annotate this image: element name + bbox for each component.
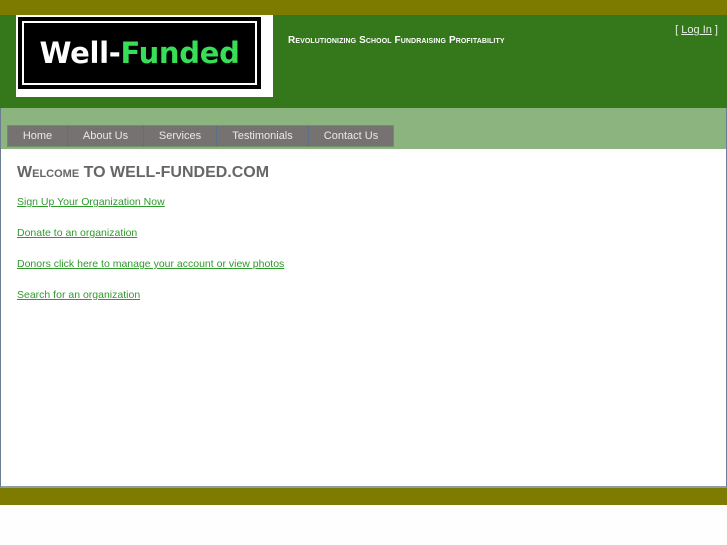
logo[interactable]: Well- Funded [16,15,273,97]
page-title: Welcome TO WELL-FUNDED.COM [17,164,270,181]
nav-band: Home About Us Services Testimonials Cont… [0,108,727,149]
main-content: Welcome TO WELL-FUNDED.COM Sign Up Your … [0,149,727,488]
search-organization-link[interactable]: Search for an organization [17,289,284,320]
nav-item-contact-us[interactable]: Contact Us [309,126,393,146]
login-link[interactable]: Log In [681,24,712,36]
login-bracket-close: ] [711,24,718,36]
main-nav: Home About Us Services Testimonials Cont… [7,125,394,147]
logo-text-well: Well- [39,36,121,70]
donor-account-link[interactable]: Donors click here to manage your account… [17,258,284,289]
action-links: Sign Up Your Organization Now Donate to … [17,196,284,320]
nav-item-home[interactable]: Home [8,126,68,146]
login-area: [ Log In ] [675,24,718,36]
site-tagline: Revolutionizing School Fundraising Profi… [288,35,505,46]
logo-text-funded: Funded [120,36,240,70]
donate-link[interactable]: Donate to an organization [17,227,284,258]
top-bar [0,0,727,15]
sign-up-link[interactable]: Sign Up Your Organization Now [17,196,284,227]
nav-item-about-us[interactable]: About Us [68,126,144,146]
logo-background: Well- Funded [18,17,261,89]
nav-item-testimonials[interactable]: Testimonials [217,126,309,146]
footer-bar [0,488,727,505]
logo-text: Well- Funded [24,23,255,83]
nav-item-services[interactable]: Services [144,126,217,146]
logo-frame: Well- Funded [22,21,257,85]
site-header: Well- Funded Revolutionizing School Fundr… [0,15,727,108]
